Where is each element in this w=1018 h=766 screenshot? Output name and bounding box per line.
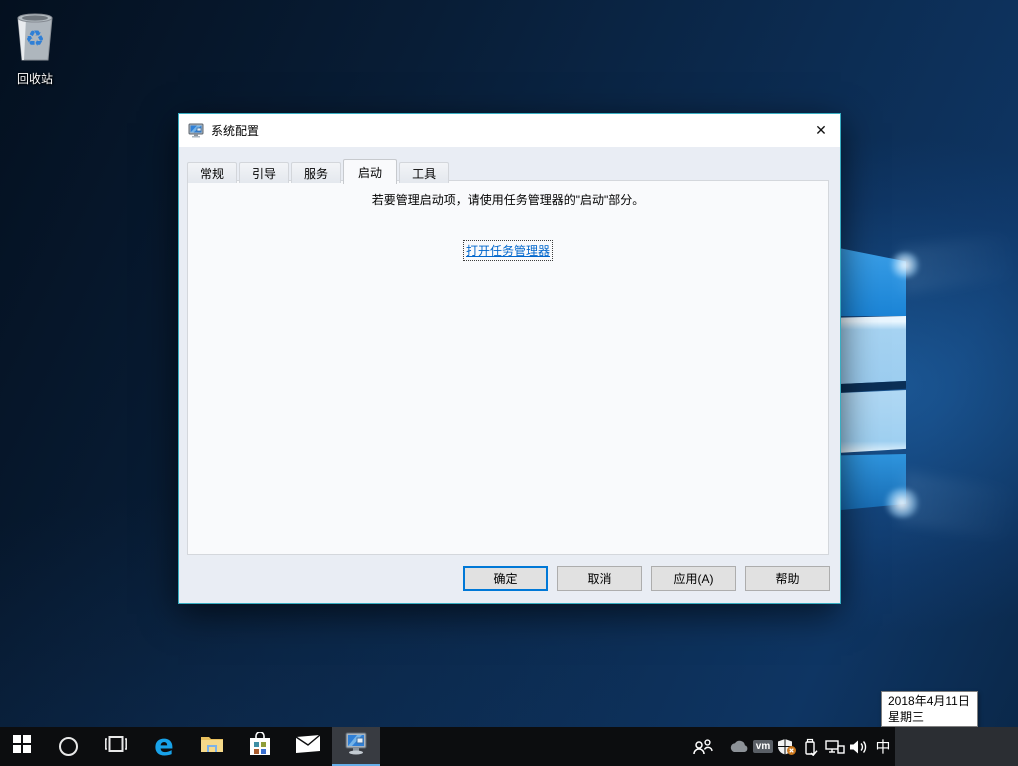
cortana-button[interactable] bbox=[44, 727, 92, 766]
dialog-titlebar[interactable]: 系统配置 ✕ bbox=[179, 114, 840, 147]
vmware-tools-tray-button[interactable]: vm bbox=[751, 727, 775, 766]
usb-device-tray-button[interactable] bbox=[799, 727, 823, 766]
svg-text:♻: ♻ bbox=[25, 27, 45, 52]
tab-boot[interactable]: 引导 bbox=[239, 162, 289, 183]
people-icon bbox=[693, 739, 713, 755]
onedrive-tray-button[interactable] bbox=[727, 727, 751, 766]
vmware-tools-icon: vm bbox=[753, 740, 773, 753]
dialog-button-row: 确定 取消 应用(A) 帮助 bbox=[463, 566, 830, 591]
open-task-manager-link[interactable]: 打开任务管理器 bbox=[464, 241, 552, 260]
recycle-bin-icon: ♻ bbox=[12, 8, 58, 66]
recycle-bin-shortcut[interactable]: ♻ 回收站 bbox=[6, 8, 64, 87]
apply-button[interactable]: 应用(A) bbox=[651, 566, 736, 591]
task-view-button[interactable] bbox=[92, 727, 140, 766]
tab-startup[interactable]: 启动 bbox=[343, 159, 397, 184]
people-tray-button[interactable] bbox=[691, 727, 715, 766]
dialog-title: 系统配置 bbox=[211, 122, 802, 139]
msconfig-taskbar-button[interactable] bbox=[332, 727, 380, 766]
tab-tools[interactable]: 工具 bbox=[399, 162, 449, 183]
volume-icon bbox=[849, 739, 869, 755]
close-icon: ✕ bbox=[815, 122, 827, 139]
mail-icon bbox=[296, 735, 320, 758]
clock-hover-zone[interactable] bbox=[895, 727, 1018, 766]
store-button[interactable] bbox=[236, 727, 284, 766]
date-tooltip: 2018年4月11日 星期三 bbox=[881, 691, 978, 727]
cortana-circle-icon bbox=[59, 737, 78, 756]
task-view-icon bbox=[105, 736, 127, 757]
startup-instruction-text: 若要管理启动项，请使用任务管理器的"启动"部分。 bbox=[188, 191, 828, 208]
cancel-button[interactable]: 取消 bbox=[557, 566, 642, 591]
usb-device-icon bbox=[803, 738, 819, 756]
msconfig-taskbar-icon bbox=[344, 731, 368, 760]
taskbar: e bbox=[0, 727, 1018, 766]
help-button[interactable]: 帮助 bbox=[745, 566, 830, 591]
volume-tray-button[interactable] bbox=[847, 727, 871, 766]
network-tray-button[interactable] bbox=[823, 727, 847, 766]
recycle-bin-label: 回收站 bbox=[6, 70, 64, 87]
ime-indicator-button[interactable]: 中 bbox=[871, 727, 895, 766]
tab-general[interactable]: 常规 bbox=[187, 162, 237, 183]
light-beam bbox=[897, 471, 1018, 541]
edge-icon: e bbox=[154, 731, 174, 760]
tooltip-date: 2018年4月11日 bbox=[888, 693, 971, 709]
system-tray: vm bbox=[691, 727, 895, 766]
defender-tray-button[interactable] bbox=[775, 727, 799, 766]
ok-button[interactable]: 确定 bbox=[463, 566, 548, 591]
start-button[interactable] bbox=[0, 727, 44, 766]
file-explorer-icon bbox=[200, 734, 224, 759]
store-icon bbox=[249, 732, 271, 761]
windows-start-icon bbox=[13, 735, 31, 758]
system-configuration-dialog: 系统配置 ✕ 常规 引导 服务 启动 工具 若要管理启动项，请使用任务管理器的"… bbox=[178, 113, 841, 604]
close-button[interactable]: ✕ bbox=[802, 114, 840, 147]
ime-chinese-icon: 中 bbox=[875, 736, 890, 757]
tab-strip: 常规 引导 服务 启动 工具 bbox=[179, 158, 840, 183]
tab-services[interactable]: 服务 bbox=[291, 162, 341, 183]
startup-tab-page: 若要管理启动项，请使用任务管理器的"启动"部分。 打开任务管理器 bbox=[187, 180, 829, 555]
msconfig-icon bbox=[188, 123, 204, 139]
file-explorer-button[interactable] bbox=[188, 727, 236, 766]
tooltip-weekday: 星期三 bbox=[888, 709, 971, 725]
defender-shield-icon bbox=[777, 738, 797, 756]
onedrive-cloud-icon bbox=[729, 740, 749, 753]
network-icon bbox=[825, 739, 845, 755]
mail-button[interactable] bbox=[284, 727, 332, 766]
edge-browser-button[interactable]: e bbox=[140, 727, 188, 766]
